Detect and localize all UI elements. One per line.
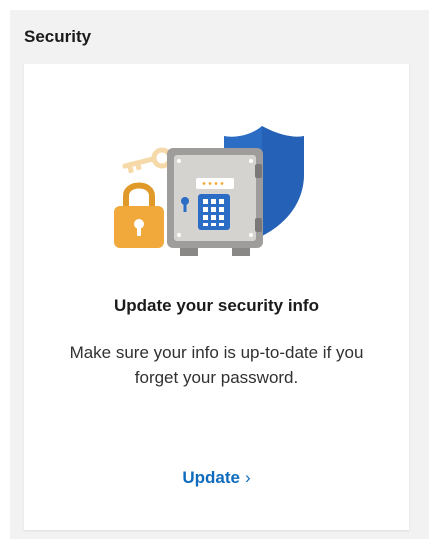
security-safe-illustration-icon [112,114,312,264]
card-description: Make sure your info is up-to-date if you… [69,343,364,387]
card-heading: Update your security info [114,296,319,315]
key-icon [122,147,173,174]
update-link[interactable]: Update › [24,468,409,488]
padlock-icon [114,182,164,248]
section-title: Security [24,27,92,46]
chevron-right-icon: › [244,468,251,487]
safe-icon [167,148,263,256]
security-info-card: Update your security info Make sure your… [24,64,409,530]
update-link-label[interactable]: Update [182,468,240,487]
